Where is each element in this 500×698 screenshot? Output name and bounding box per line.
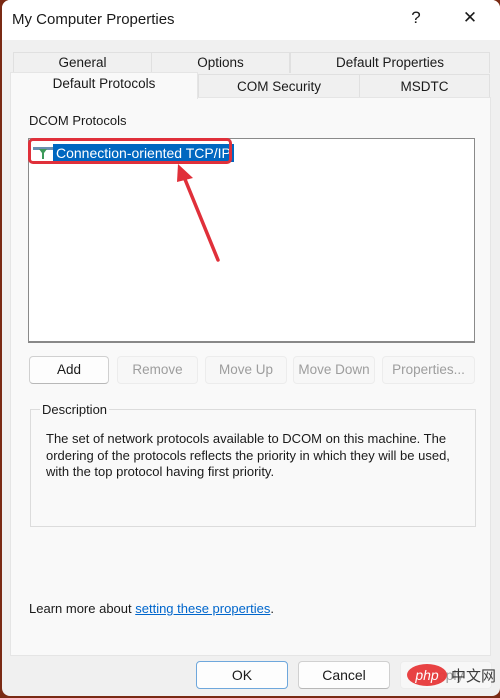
learn-more-suffix: . <box>270 601 274 616</box>
close-button[interactable]: ✕ <box>455 8 485 28</box>
ok-button[interactable]: OK <box>196 661 288 689</box>
annotation-arrow-icon <box>177 164 220 262</box>
learn-more-prefix: Learn more about <box>29 601 136 616</box>
window-title: My Computer Properties <box>12 11 175 28</box>
title-bar: My Computer Properties ? ✕ <box>2 0 500 40</box>
move-down-button[interactable]: Move Down <box>293 356 375 384</box>
tab-com-security[interactable]: COM Security <box>198 74 360 98</box>
watermark: php 中文网 <box>407 664 496 686</box>
help-button[interactable]: ? <box>401 8 431 28</box>
protocols-label: DCOM Protocols <box>29 113 127 128</box>
tab-default-protocols[interactable]: Default Protocols <box>10 72 198 99</box>
watermark-logo: php <box>407 664 447 686</box>
settings-help-link[interactable]: setting these properties <box>135 601 270 616</box>
description-text: The set of network protocols available t… <box>46 431 450 479</box>
learn-more-text: Learn more about setting these propertie… <box>29 601 274 616</box>
move-up-button[interactable]: Move Up <box>205 356 287 384</box>
tab-options[interactable]: Options <box>151 52 290 73</box>
remove-button[interactable]: Remove <box>117 356 198 384</box>
properties-button[interactable]: Properties... <box>382 356 475 384</box>
tab-default-properties[interactable]: Default Properties <box>290 52 490 73</box>
protocols-list[interactable]: Connection-oriented TCP/IP <box>28 138 475 343</box>
tab-general[interactable]: General <box>13 52 152 73</box>
watermark-text: 中文网 <box>451 667 497 685</box>
description-label: Description <box>40 402 110 417</box>
tab-msdtc[interactable]: MSDTC <box>359 74 490 98</box>
properties-dialog: My Computer Properties ? ✕ General Optio… <box>2 0 500 696</box>
add-button[interactable]: Add <box>29 356 109 384</box>
cancel-button[interactable]: Cancel <box>298 661 390 689</box>
